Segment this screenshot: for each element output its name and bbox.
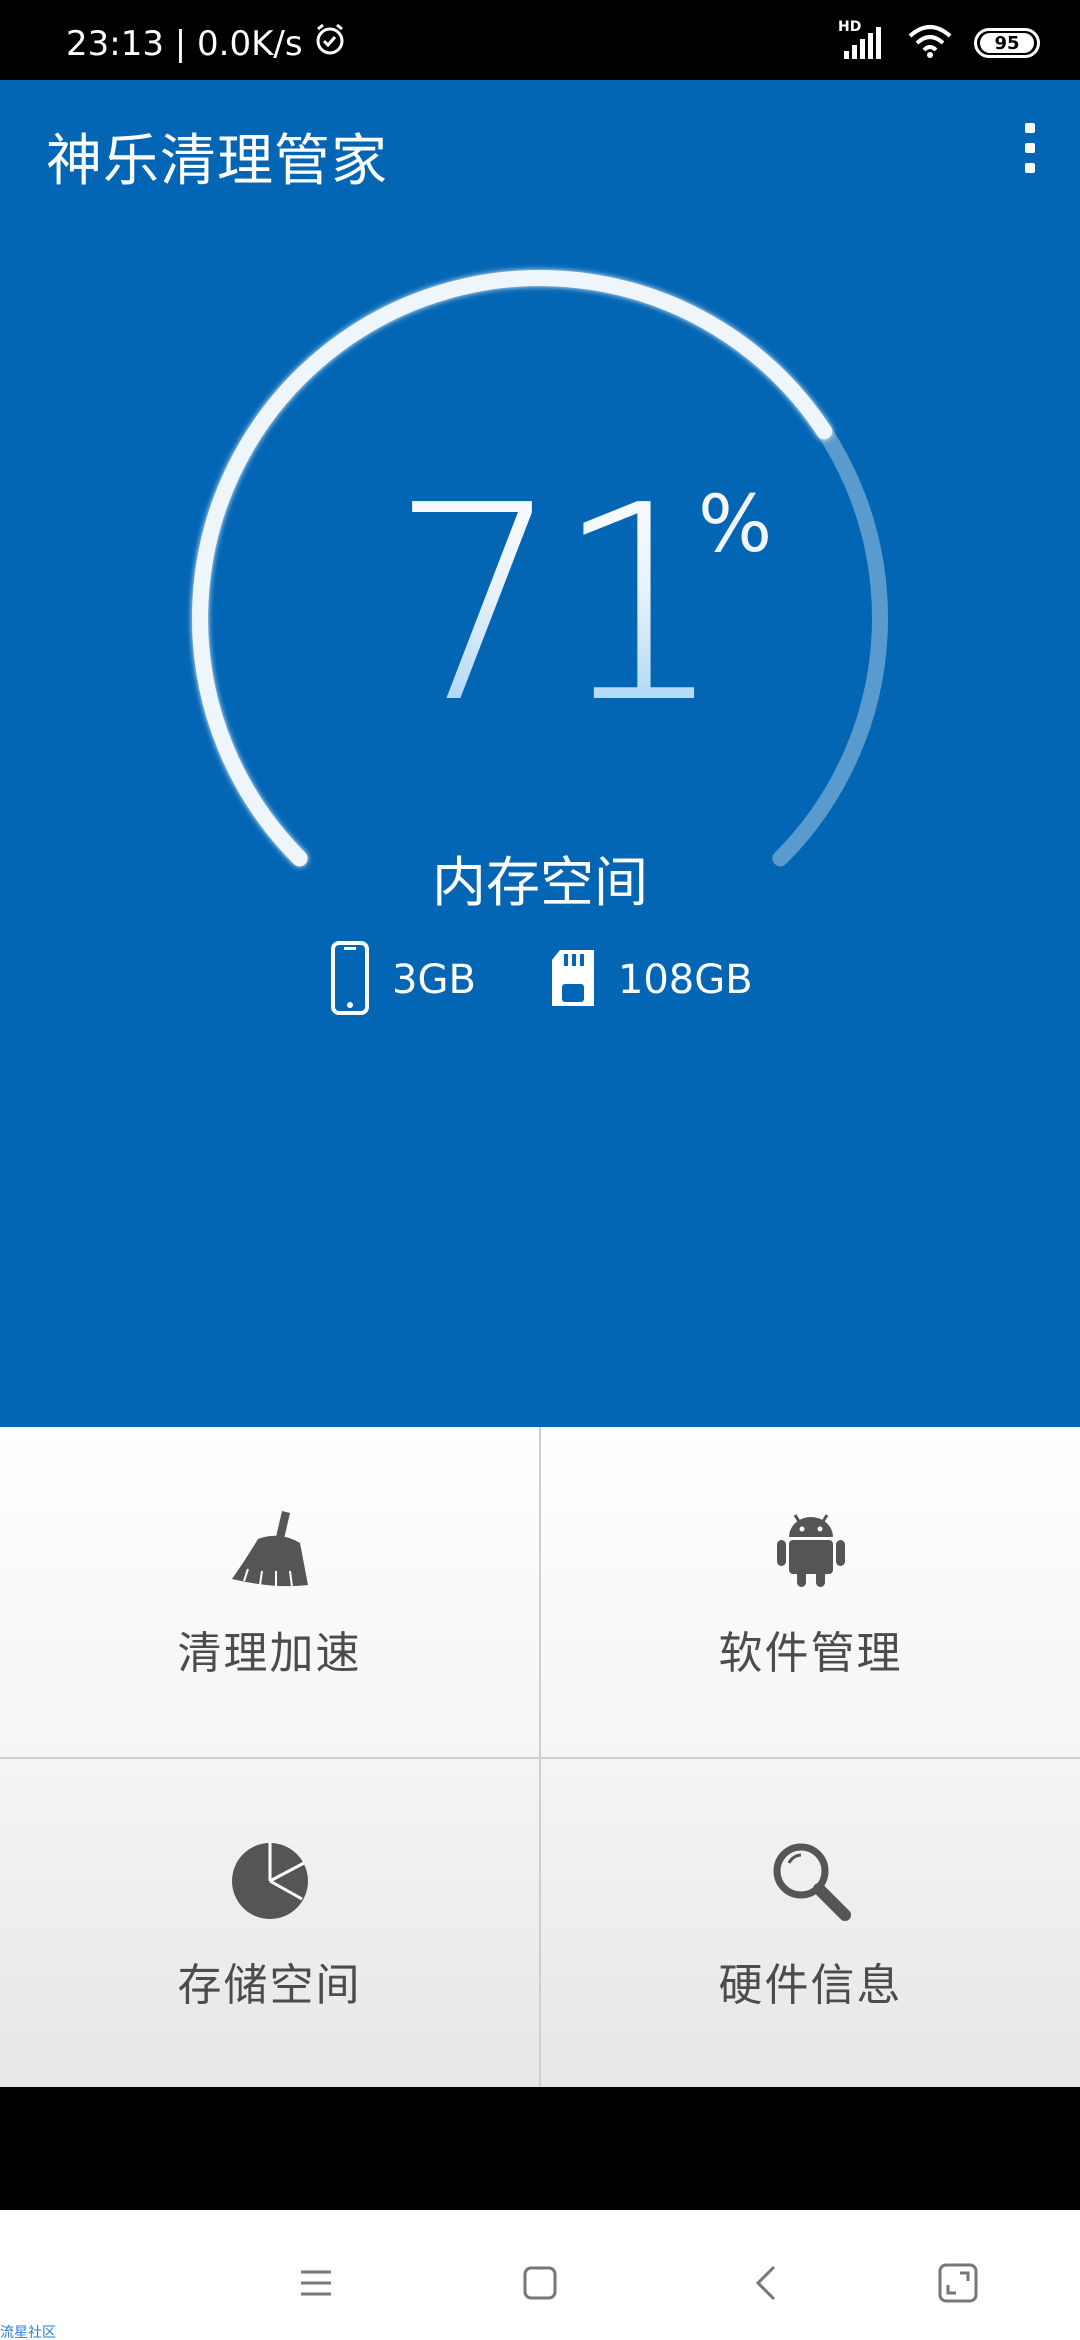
signal-icon: HD — [838, 19, 886, 61]
pie-chart-icon — [230, 1841, 310, 1925]
more-dot-icon — [1025, 123, 1035, 133]
clean-speedup-button[interactable]: 清理加速 — [0, 1427, 539, 1757]
memory-panel: 神乐清理管家 71 % 内存空间 3GB 108GB — [0, 80, 1080, 1427]
menu-lines-icon — [299, 2268, 333, 2302]
ram-size: 3GB — [392, 957, 476, 1003]
more-dot-icon — [1025, 143, 1035, 153]
magnifier-icon — [771, 1841, 851, 1925]
status-left: 23:13 | 0.0K/s — [66, 22, 347, 65]
status-time-speed: 23:13 | 0.0K/s — [66, 23, 303, 64]
percent-sign: % — [698, 480, 773, 570]
fullscreen-button[interactable] — [928, 2255, 988, 2315]
chevron-left-icon — [754, 2264, 778, 2306]
sd-card-icon — [550, 948, 596, 1012]
status-right: HD 95 — [838, 19, 1040, 62]
battery-icon: 95 — [974, 28, 1040, 58]
back-button[interactable] — [736, 2255, 796, 2315]
hardware-info-label: 硬件信息 — [718, 1960, 903, 2011]
battery-level: 95 — [980, 33, 1034, 54]
storage-space-label: 存储空间 — [177, 1960, 362, 2011]
ad-banner-area — [0, 2087, 1080, 2210]
memory-label: 内存空间 — [432, 851, 648, 914]
network-type-label: HD — [838, 19, 862, 35]
clean-speedup-label: 清理加速 — [177, 1628, 362, 1679]
ram-info: 3GB — [330, 940, 476, 1020]
disk-size: 108GB — [617, 957, 753, 1003]
app-manager-label: 软件管理 — [718, 1628, 903, 1679]
disk-info: 108GB — [550, 948, 753, 1012]
alarm-icon — [313, 22, 347, 65]
wifi-icon — [908, 24, 952, 62]
storage-summary: 3GB 108GB — [330, 940, 827, 1020]
home-button[interactable] — [510, 2255, 570, 2315]
square-home-icon — [522, 2265, 558, 2305]
storage-space-button[interactable]: 存储空间 — [0, 1759, 539, 2089]
phone-icon — [330, 940, 370, 1020]
expand-icon — [938, 2263, 978, 2307]
android-icon — [775, 1509, 847, 1593]
recents-button[interactable] — [286, 2255, 346, 2315]
hardware-info-button[interactable]: 硬件信息 — [541, 1759, 1080, 2089]
app-title: 神乐清理管家 — [46, 129, 388, 194]
grid-divider-horizontal — [0, 1757, 1080, 1759]
percent-display: 71 % — [380, 470, 772, 740]
system-nav-bar: 流星社区 — [0, 2210, 1080, 2340]
status-bar: 23:13 | 0.0K/s HD 95 — [0, 0, 1080, 80]
more-dot-icon — [1025, 163, 1035, 173]
broom-icon — [228, 1509, 312, 1593]
overflow-menu-button[interactable] — [1010, 108, 1050, 188]
watermark-text: 流星社区 — [0, 2325, 56, 2340]
app-manager-button[interactable]: 软件管理 — [541, 1427, 1080, 1757]
percent-value: 71 — [390, 447, 726, 762]
feature-grid: 清理加速 软件管理 存储空间 硬件信息 — [0, 1427, 1080, 2089]
